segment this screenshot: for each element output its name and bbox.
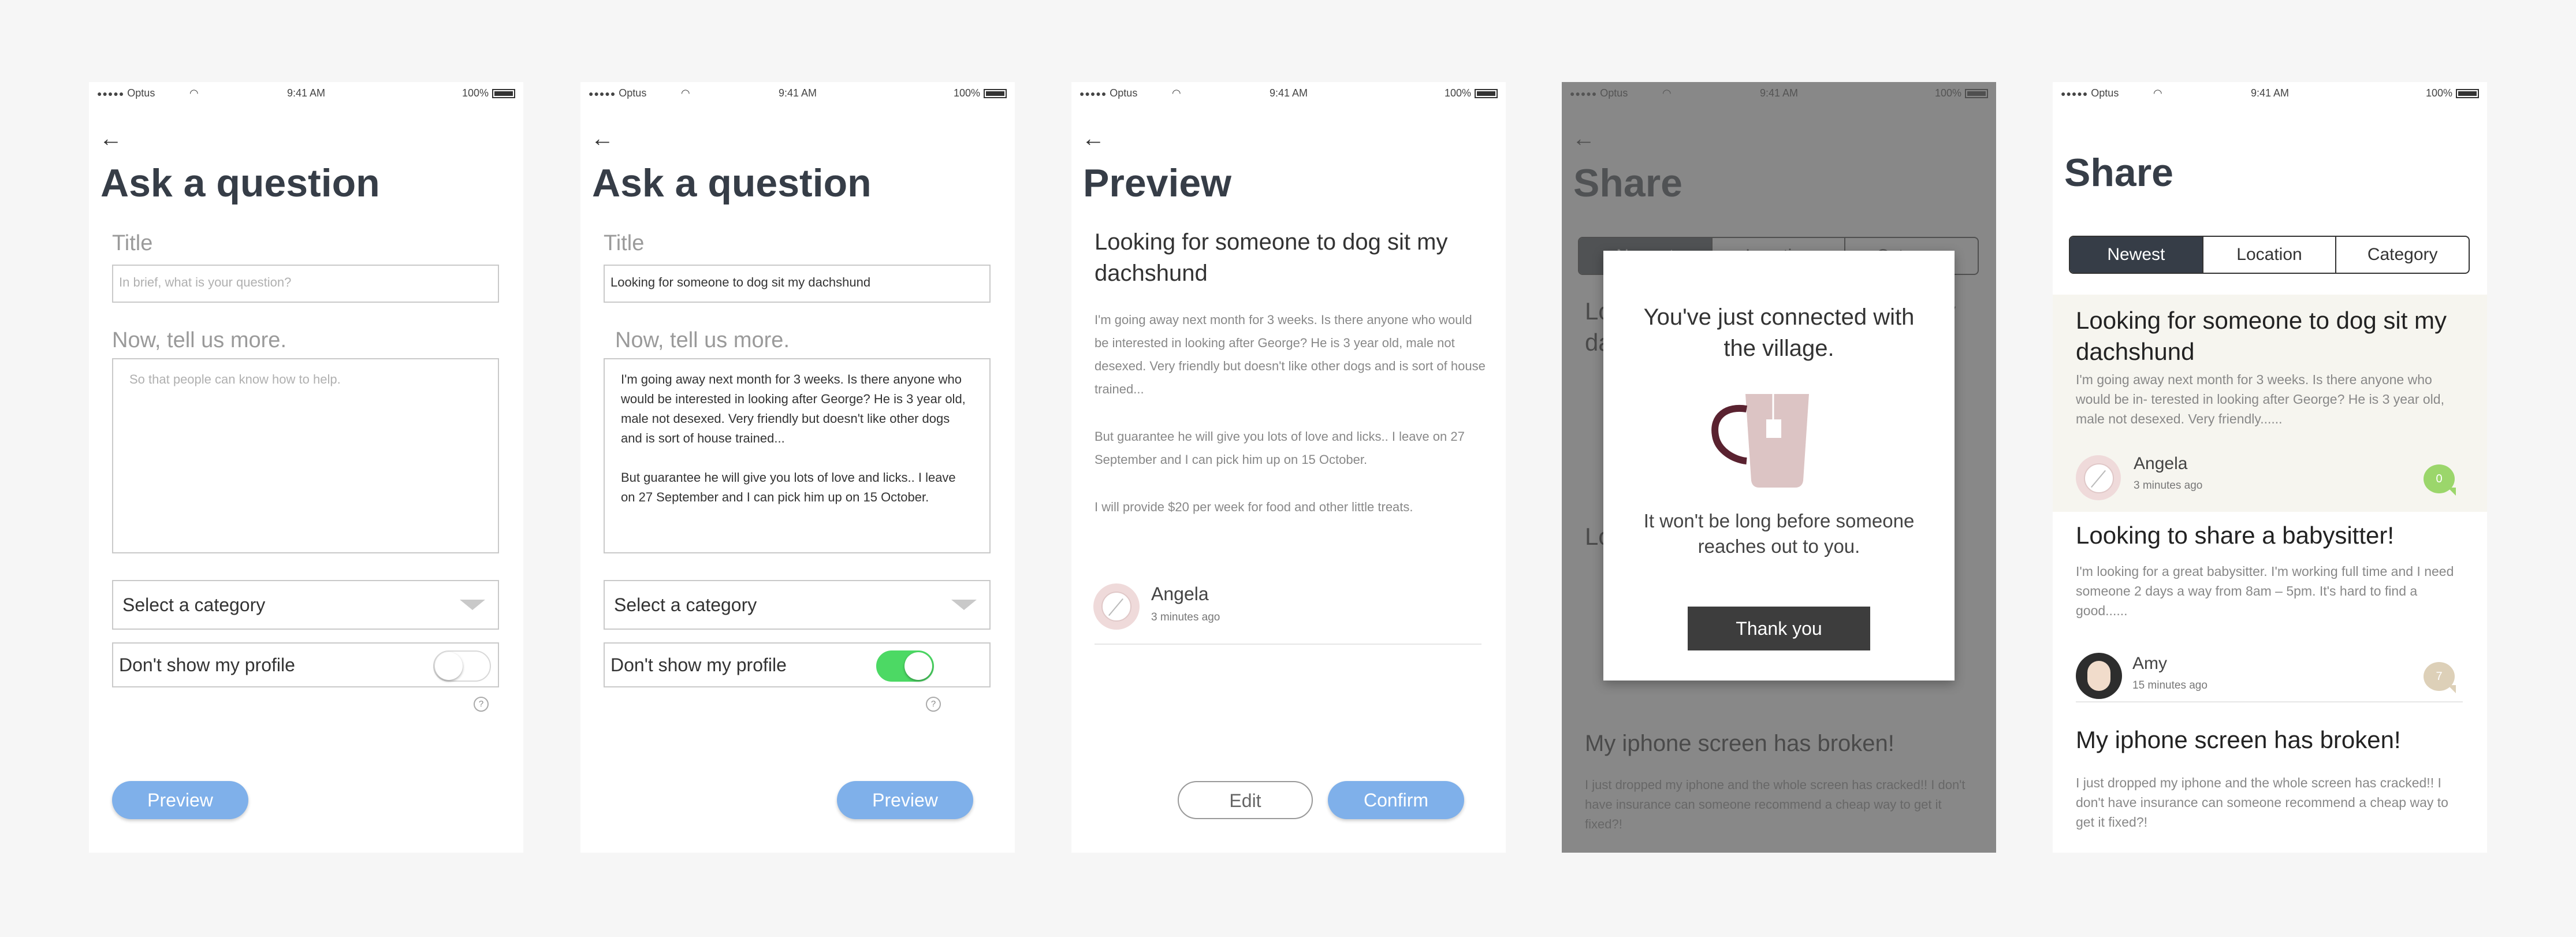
status-bar: ●●●●● Optus ◠ 9:41 AM 100%: [580, 82, 1015, 105]
back-arrow-icon[interactable]: ←: [99, 127, 122, 150]
hide-profile-toggle[interactable]: [876, 650, 934, 682]
comment-count-badge[interactable]: 7: [2424, 662, 2456, 693]
post-time: 3 minutes ago: [1151, 611, 1220, 623]
screen-ask-filled: ●●●●● Optus ◠ 9:41 AM 100% ← Ask a quest…: [580, 82, 1015, 853]
confirmation-modal: You've just connected with the village. …: [1603, 251, 1955, 681]
battery-icon: [2456, 88, 2479, 98]
divider: [1095, 644, 1481, 645]
post-excerpt: I just dropped my iphone and the whole s…: [2076, 775, 2448, 830]
modal-body: It won't be long before someone reaches …: [1643, 510, 1915, 557]
post-title: My iphone screen has broken!: [2076, 726, 2401, 753]
post-card[interactable]: My iphone screen has broken! I just drop…: [2053, 704, 2487, 853]
tab-location[interactable]: Location: [2202, 237, 2336, 273]
back-arrow-icon[interactable]: ←: [1082, 127, 1105, 150]
help-icon[interactable]: ?: [926, 697, 941, 712]
author-name: Angela: [2134, 454, 2188, 473]
avatar: [2076, 455, 2121, 500]
status-bar: ●●●●● Optus ◠ 9:41 AM 100%: [2053, 82, 2487, 105]
post-title: Looking for someone to dog sit my dachsh…: [2076, 307, 2447, 365]
title-input[interactable]: Looking for someone to dog sit my dachsh…: [604, 265, 991, 303]
page-title: Preview: [1083, 161, 1232, 205]
author-name: Angela: [1151, 583, 1209, 604]
preview-button[interactable]: Preview: [837, 781, 973, 819]
status-bar: ●●●●● Optus ◠ 9:41 AM 100%: [1071, 82, 1506, 105]
tab-newest[interactable]: Newest: [2070, 237, 2202, 273]
post-paragraph-1: I'm going away next month for 3 weeks. I…: [1095, 313, 1486, 396]
battery-icon: [1475, 88, 1498, 98]
details-textarea[interactable]: I'm going away next month for 3 weeks. I…: [604, 358, 991, 553]
modal-title: You've just connected with the village.: [1643, 304, 1915, 361]
post-time: 3 minutes ago: [2134, 479, 2203, 492]
battery-icon: [984, 88, 1007, 98]
title-label: Title: [604, 231, 645, 255]
confirm-button[interactable]: Confirm: [1328, 781, 1464, 819]
title-label: Title: [112, 231, 153, 255]
tab-category[interactable]: Category: [2335, 237, 2469, 273]
thank-you-button[interactable]: Thank you: [1688, 607, 1870, 650]
avatar: [1093, 583, 1140, 630]
battery-icon: [492, 88, 515, 98]
post-card[interactable]: Looking to share a babysitter! I'm looki…: [2053, 512, 2487, 702]
post-paragraph-2: But guarantee he will give you lots of l…: [1095, 429, 1465, 467]
hide-profile-toggle[interactable]: [433, 650, 491, 682]
screen-ask-empty: ●●●●● Optus ◠ 9:41 AM 100% ← Ask a quest…: [89, 82, 523, 853]
screen-share-modal: ●●●●● Optus ◠ 9:41 AM 100% ← Share Newes…: [1562, 82, 1996, 853]
page-title: Ask a question: [100, 161, 380, 205]
post-paragraph-3: I will provide $20 per week for food and…: [1095, 500, 1413, 514]
chevron-down-icon: [460, 600, 485, 610]
preview-button[interactable]: Preview: [112, 781, 248, 819]
chevron-down-icon: [951, 600, 977, 610]
post-title: Looking to share a babysitter!: [2076, 522, 2395, 549]
screen-preview: ●●●●● Optus ◠ 9:41 AM 100% ← Preview Loo…: [1071, 82, 1506, 853]
help-icon[interactable]: ?: [474, 697, 489, 712]
avatar: [2076, 653, 2122, 699]
edit-button[interactable]: Edit: [1178, 781, 1313, 819]
page-title: Share: [2064, 151, 2173, 195]
hide-profile-row: Don't show my profile: [112, 642, 499, 687]
post-time: 15 minutes ago: [2132, 679, 2208, 691]
post-excerpt: I'm looking for a great babysitter. I'm …: [2076, 564, 2454, 618]
title-input[interactable]: In brief, what is your question?: [112, 265, 499, 303]
divider: [2076, 701, 2463, 702]
segmented-tabs: Newest Location Category: [2069, 236, 2470, 274]
page-title: Ask a question: [592, 161, 872, 205]
post-card[interactable]: Looking for someone to dog sit my dachsh…: [2053, 295, 2487, 512]
back-arrow-icon[interactable]: ←: [591, 127, 614, 150]
more-label: Now, tell us more.: [112, 328, 286, 352]
screen-share-feed: ●●●●● Optus ◠ 9:41 AM 100% Share Newest …: [2053, 82, 2487, 853]
author-name: Amy: [2132, 654, 2167, 673]
category-select[interactable]: Select a category: [604, 580, 991, 630]
post-title: Looking for someone to dog sit my dachsh…: [1095, 229, 1448, 286]
details-textarea[interactable]: So that people can know how to help.: [112, 358, 499, 553]
mug-icon: [1711, 394, 1809, 488]
hide-profile-row: Don't show my profile: [604, 642, 991, 687]
post-excerpt: I'm going away next month for 3 weeks. I…: [2076, 372, 2444, 426]
comment-count-badge[interactable]: 0: [2424, 464, 2456, 496]
category-select[interactable]: Select a category: [112, 580, 499, 630]
more-label: Now, tell us more.: [615, 328, 790, 352]
status-bar: ●●●●● Optus ◠ 9:41 AM 100%: [89, 82, 523, 105]
